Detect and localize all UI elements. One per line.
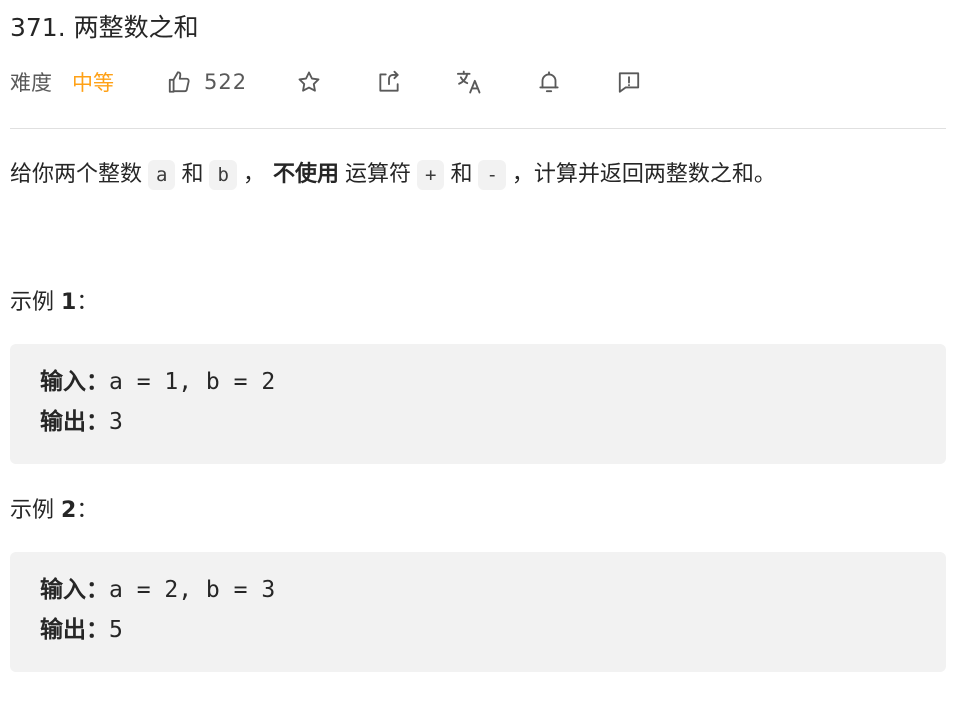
example-output: 输出：3 <box>40 407 123 437</box>
inline-code: - <box>478 160 506 190</box>
like-button[interactable]: 522 <box>166 69 247 95</box>
input-label: 输入： <box>40 369 109 395</box>
desc-text: 和 <box>181 162 204 187</box>
desc-text: ，计算并返回两整数之和。 <box>511 162 776 187</box>
output-value: 3 <box>109 409 123 435</box>
input-value: a = 2, b = 3 <box>109 577 276 603</box>
translate-icon <box>457 70 481 94</box>
inline-code: b <box>209 160 237 190</box>
inline-code: a <box>148 160 176 190</box>
desc-text: 运算符 <box>344 162 411 187</box>
difficulty-badge: 中等 <box>72 71 114 95</box>
input-value: a = 1, b = 2 <box>109 369 276 395</box>
favorite-button[interactable] <box>295 68 323 96</box>
desc-text: 和 <box>450 162 473 187</box>
problem-description: 给你两个整数 a 和 b，不使用 运算符 + 和 - ，计算并返回两整数之和。 <box>10 155 946 195</box>
star-icon <box>298 71 320 92</box>
translate-button[interactable] <box>455 68 483 96</box>
feedback-icon <box>618 72 640 93</box>
output-label: 输出： <box>40 409 109 435</box>
example-input: 输入：a = 2, b = 3 <box>40 575 275 605</box>
example-title: 示例 2： <box>10 498 99 523</box>
difficulty-label: 难度 <box>10 71 52 95</box>
input-label: 输入： <box>40 577 109 603</box>
bell-icon <box>539 71 559 93</box>
example-code-block: 输入：a = 1, b = 2 输出：3 <box>10 344 946 464</box>
example-title: 示例 1： <box>10 290 99 315</box>
like-count: 522 <box>204 70 248 94</box>
example-code-block: 输入：a = 2, b = 3 输出：5 <box>10 552 946 672</box>
header-divider <box>10 128 946 129</box>
example-input: 输入：a = 1, b = 2 <box>40 367 275 397</box>
output-value: 5 <box>109 617 123 643</box>
feedback-button[interactable] <box>615 68 643 96</box>
problem-title: 371. 两整数之和 <box>10 13 199 42</box>
share-button[interactable] <box>375 68 403 96</box>
problem-meta-bar: 难度 中等 522 <box>10 64 946 100</box>
thumbs-up-icon <box>168 71 190 93</box>
example-output: 输出：5 <box>40 615 123 645</box>
notify-button[interactable] <box>535 68 563 96</box>
output-label: 输出： <box>40 617 109 643</box>
desc-emphasis: 不使用 <box>272 162 339 187</box>
desc-text: 给你两个整数 <box>10 162 143 187</box>
inline-code: + <box>416 160 445 190</box>
desc-text: ， <box>242 162 265 187</box>
share-icon <box>379 70 399 92</box>
